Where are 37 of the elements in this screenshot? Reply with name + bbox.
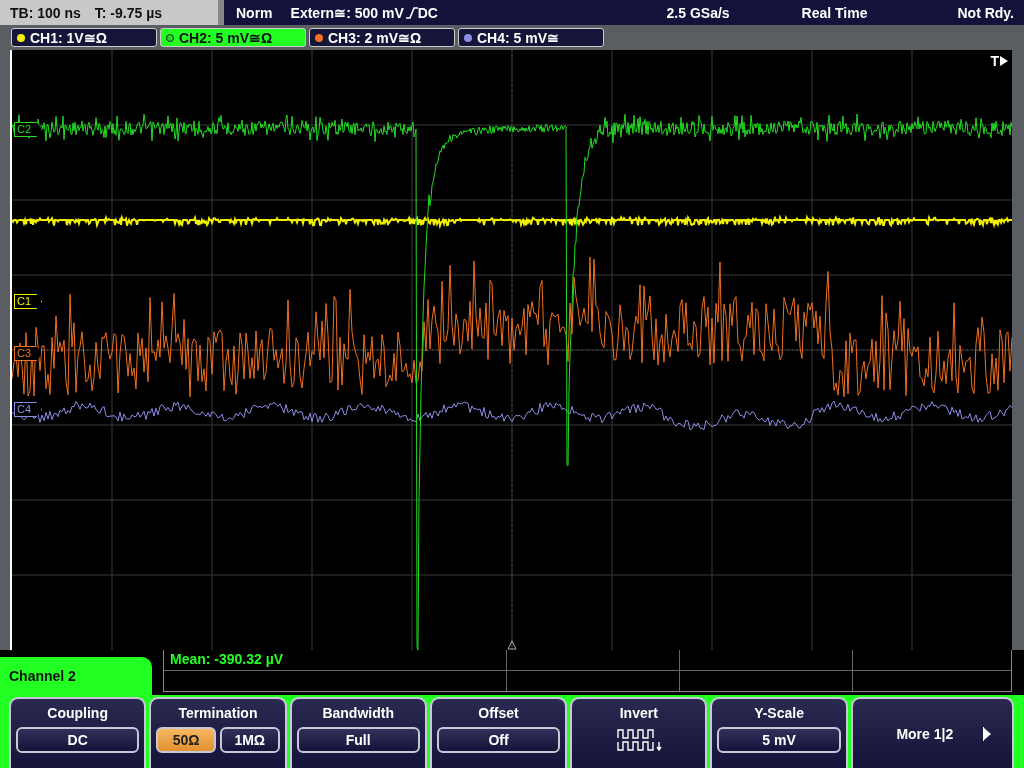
more-button[interactable]: More 1|2: [850, 697, 1014, 768]
value-button[interactable]: Full: [296, 727, 420, 753]
acquisition-text: Real Time: [801, 4, 868, 21]
channel-marker[interactable]: C3: [14, 346, 43, 361]
softkey-label: Offset: [478, 705, 519, 721]
status-text: Not Rdy.: [957, 4, 1014, 21]
channel-tab[interactable]: CH2: 5 mV≅Ω: [160, 28, 306, 47]
softkey-label: Bandwidth: [322, 705, 394, 721]
softkey-label: Y-Scale: [754, 705, 804, 721]
channel-marker[interactable]: C1: [14, 294, 43, 309]
play-icon: [983, 726, 993, 741]
menu-title: Channel 2: [0, 657, 152, 695]
trigger-marker-text: T: [990, 53, 999, 69]
channel-tab[interactable]: CH4: 5 mV≅: [458, 28, 604, 47]
channel-tab[interactable]: CH1: 1V≅Ω: [11, 28, 157, 47]
softkey-panel[interactable]: Invert: [570, 697, 708, 768]
option-button[interactable]: 50Ω: [156, 727, 216, 753]
value-button[interactable]: Off: [436, 727, 561, 753]
trigger-mode-text: Norm: [236, 4, 273, 21]
timebase-text: TB: 100 ns: [10, 4, 81, 21]
measurement-text: Mean: -390.32 µV: [169, 650, 284, 668]
value-button[interactable]: DC: [16, 727, 140, 753]
softkey-label: Coupling: [47, 705, 108, 721]
trigger-coupling-text: DC: [417, 4, 438, 21]
square-wave-icon: [615, 727, 662, 753]
softkey-label: Termination: [178, 705, 258, 721]
triangle-icon: [1000, 56, 1008, 66]
channel-marker[interactable]: C2: [14, 122, 43, 137]
trigger-source-text: Extern≅: 500 mV: [290, 4, 404, 21]
channel-tab[interactable]: CH3: 2 mV≅Ω: [309, 28, 455, 47]
softkey-label: Invert: [619, 705, 658, 721]
option-button[interactable]: 1MΩ: [219, 727, 280, 753]
value-button[interactable]: 5 mV: [717, 727, 841, 753]
channel-marker[interactable]: C4: [14, 402, 43, 417]
trigger-time-text: T: -9.75 µs: [94, 4, 163, 21]
rising-edge-icon: [405, 5, 418, 20]
sample-rate-text: 2.5 GSa/s: [666, 4, 730, 21]
